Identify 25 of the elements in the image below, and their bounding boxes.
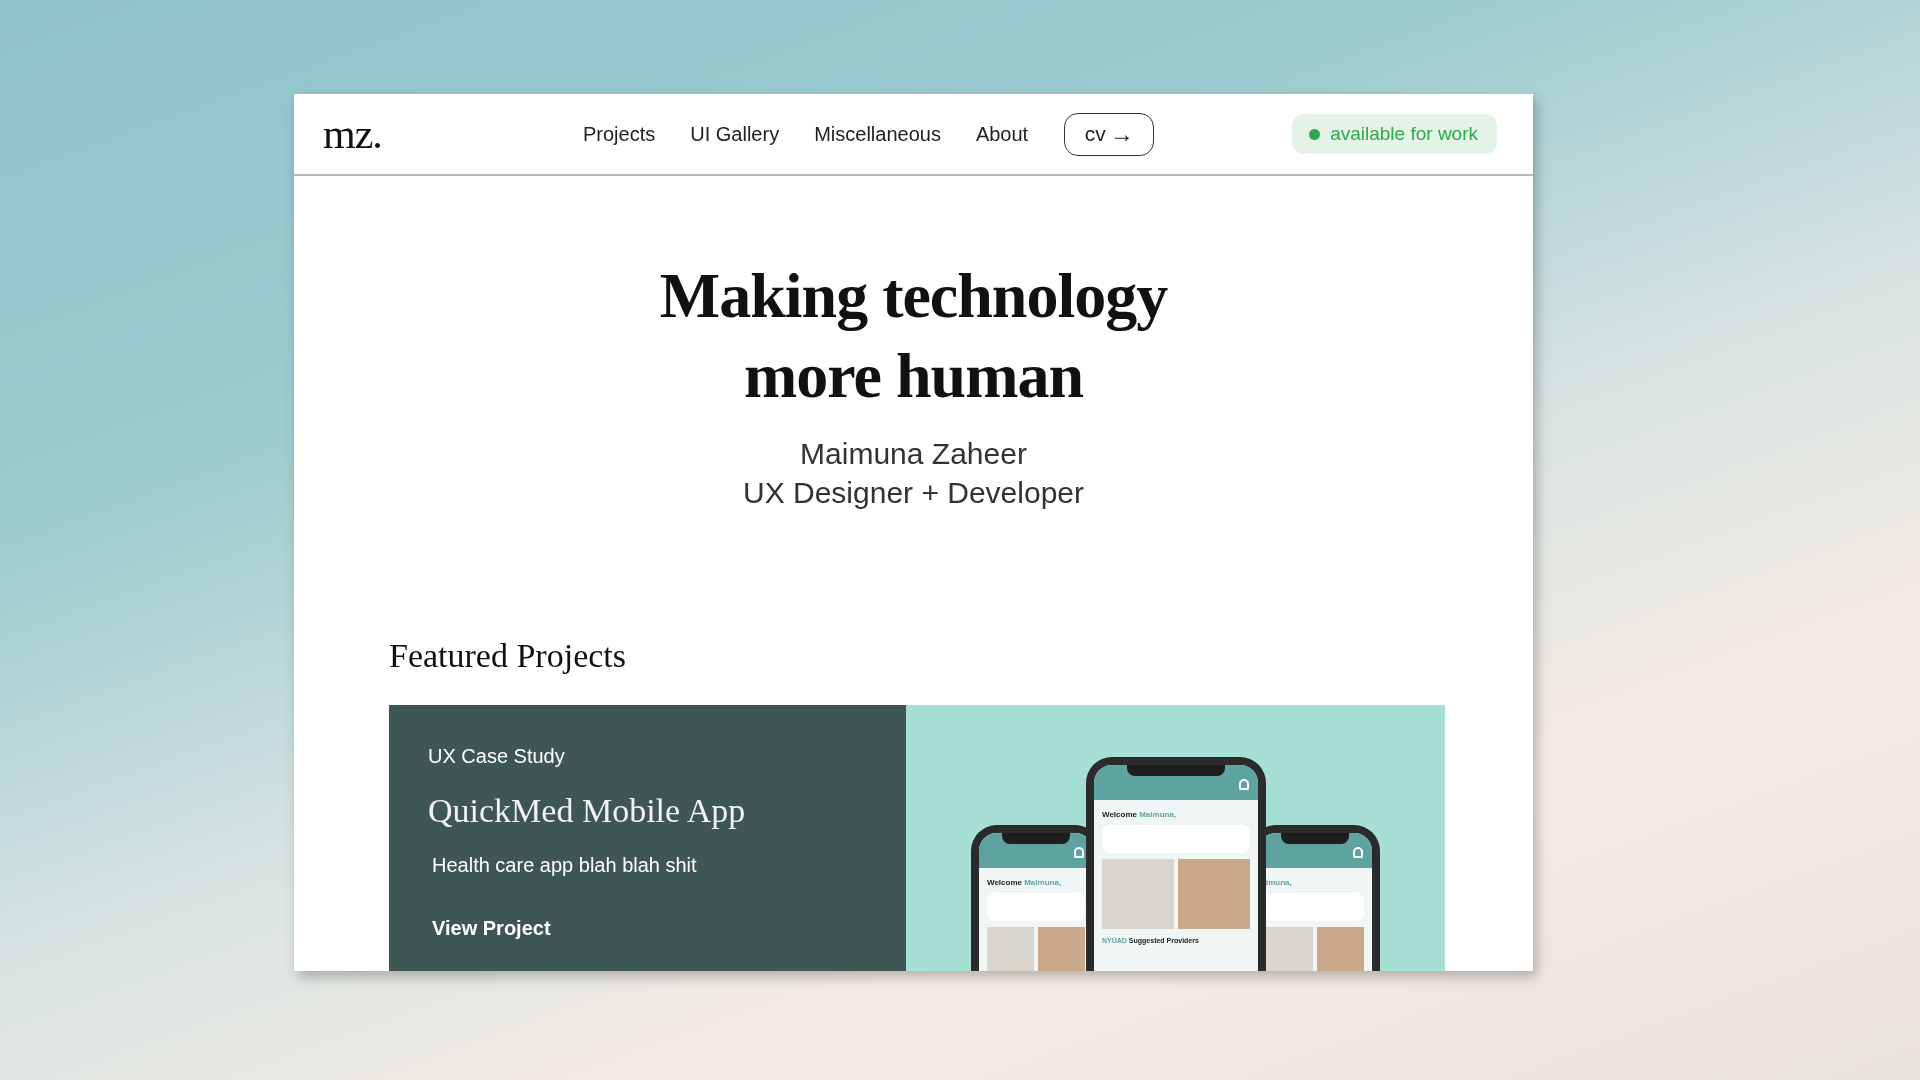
status-badge: available for work — [1292, 114, 1497, 154]
project-description: Health care app blah blah shit — [432, 854, 698, 877]
photo-placeholder — [1178, 859, 1250, 929]
section-heading: Featured Projects — [389, 637, 627, 675]
hero-title: Making technology more human — [659, 259, 1168, 413]
cv-button[interactable]: cv → — [1064, 112, 1155, 156]
author-role: UX Designer + Developer — [743, 475, 1084, 511]
project-title: QuickMed Mobile App — [428, 792, 747, 830]
bell-icon — [1074, 847, 1084, 858]
author-name: Maimuna Zaheer — [800, 436, 1027, 472]
nav-link[interactable]: About — [975, 122, 1029, 146]
welcome-text: Welcome Maimuna, — [987, 878, 1063, 887]
bell-icon — [1239, 779, 1249, 790]
nav-link[interactable]: Projects — [583, 122, 656, 146]
nav-link[interactable]: Miscellaneous — [814, 122, 941, 146]
project-category: UX Case Study — [428, 745, 566, 768]
logo[interactable]: mz. — [323, 110, 563, 158]
phone-notch — [1280, 833, 1350, 844]
photo-placeholder — [1102, 859, 1174, 929]
welcome-text: Welcome Maimuna, — [1102, 810, 1178, 819]
view-project-link[interactable]: View Project — [432, 917, 551, 940]
nav-link[interactable]: UI Gallery — [690, 122, 780, 146]
bell-icon — [1353, 847, 1363, 858]
phone-notch — [1001, 833, 1071, 844]
welcome-text: imuna, — [1266, 878, 1293, 887]
